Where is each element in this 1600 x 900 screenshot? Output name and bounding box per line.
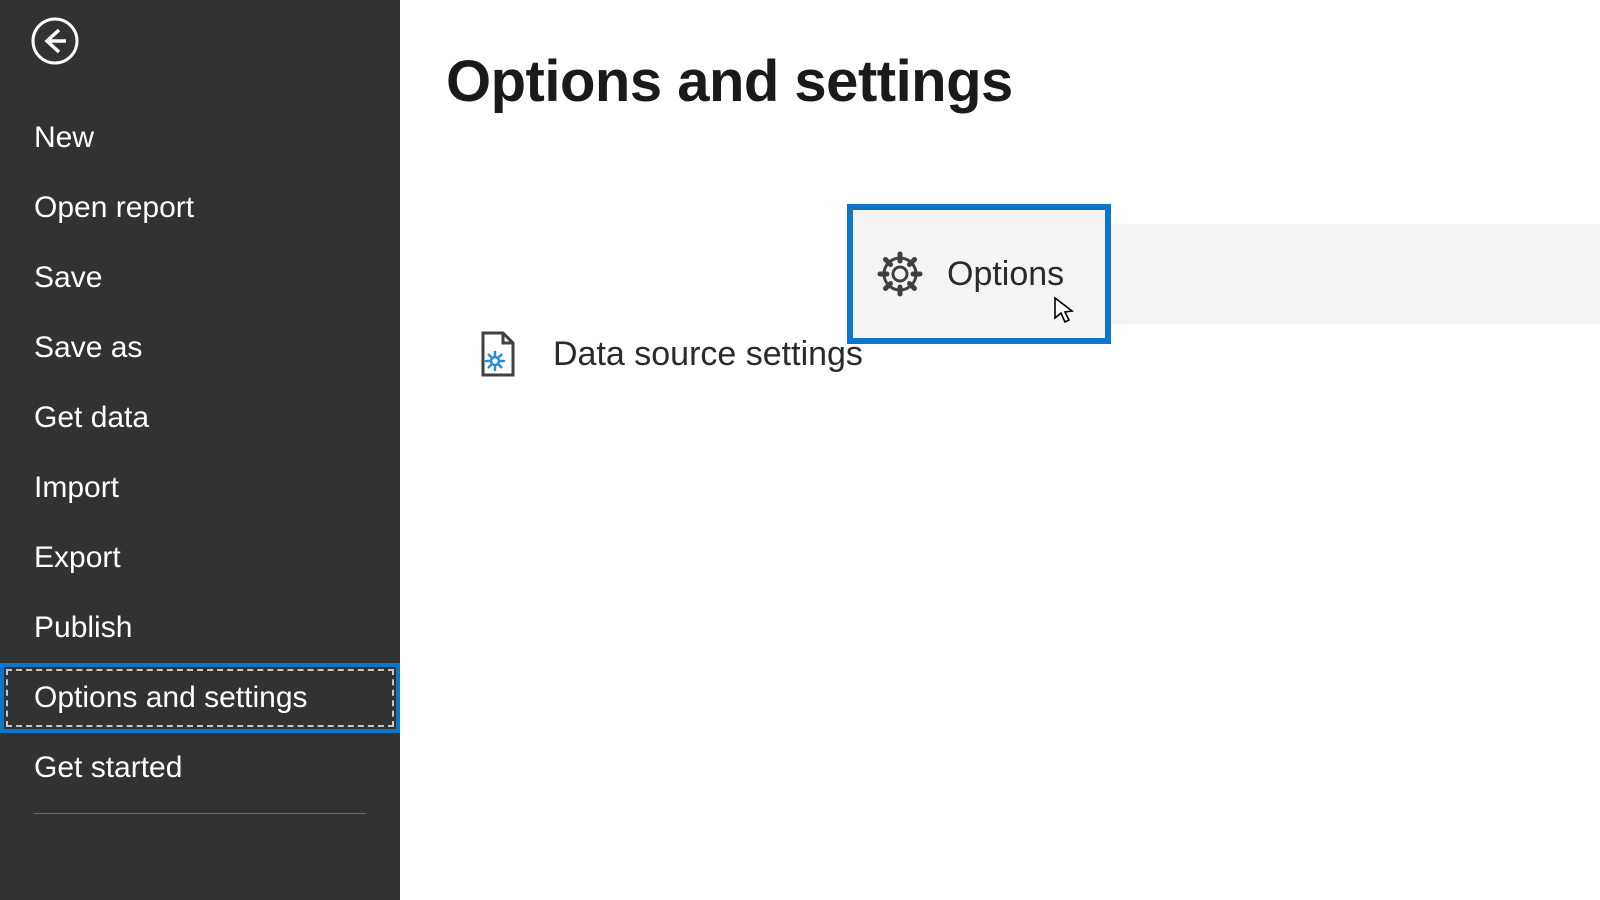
option-label: Data source settings: [553, 335, 863, 374]
menu-label: Open report: [34, 191, 194, 224]
sidebar-item-import[interactable]: Import: [0, 453, 400, 523]
menu-label: Options and settings: [34, 681, 308, 714]
sidebar-item-save-as[interactable]: Save as: [0, 313, 400, 383]
content-item-options[interactable]: Options: [847, 204, 1111, 344]
arrow-left-circle-icon: [30, 16, 80, 71]
page-title: Options and settings: [446, 48, 1600, 115]
sidebar-item-export[interactable]: Export: [0, 523, 400, 593]
sidebar-item-publish[interactable]: Publish: [0, 593, 400, 663]
menu-label: Export: [34, 541, 121, 574]
gear-icon: [873, 247, 927, 301]
sidebar-item-new[interactable]: New: [0, 103, 400, 173]
sidebar: New Open report Save Save as Get data Im…: [0, 0, 400, 900]
menu-label: Publish: [34, 611, 132, 644]
sidebar-item-save[interactable]: Save: [0, 243, 400, 313]
menu-label: New: [34, 121, 94, 154]
option-label: Options: [947, 255, 1064, 294]
sidebar-item-options-and-settings[interactable]: Options and settings: [0, 663, 400, 733]
menu-label: Import: [34, 471, 119, 504]
menu-label: Save as: [34, 331, 142, 364]
sidebar-menu: New Open report Save Save as Get data Im…: [0, 103, 400, 814]
content-area: Options and settings Options: [400, 0, 1600, 900]
back-button[interactable]: [30, 18, 80, 68]
sidebar-item-get-data[interactable]: Get data: [0, 383, 400, 453]
menu-label: Get data: [34, 401, 149, 434]
document-gear-icon: [471, 327, 525, 381]
menu-label: Get started: [34, 751, 182, 784]
sidebar-item-open-report[interactable]: Open report: [0, 173, 400, 243]
menu-label: Save: [34, 261, 102, 294]
sidebar-item-get-started[interactable]: Get started: [0, 733, 400, 803]
sidebar-separator: [34, 813, 366, 814]
